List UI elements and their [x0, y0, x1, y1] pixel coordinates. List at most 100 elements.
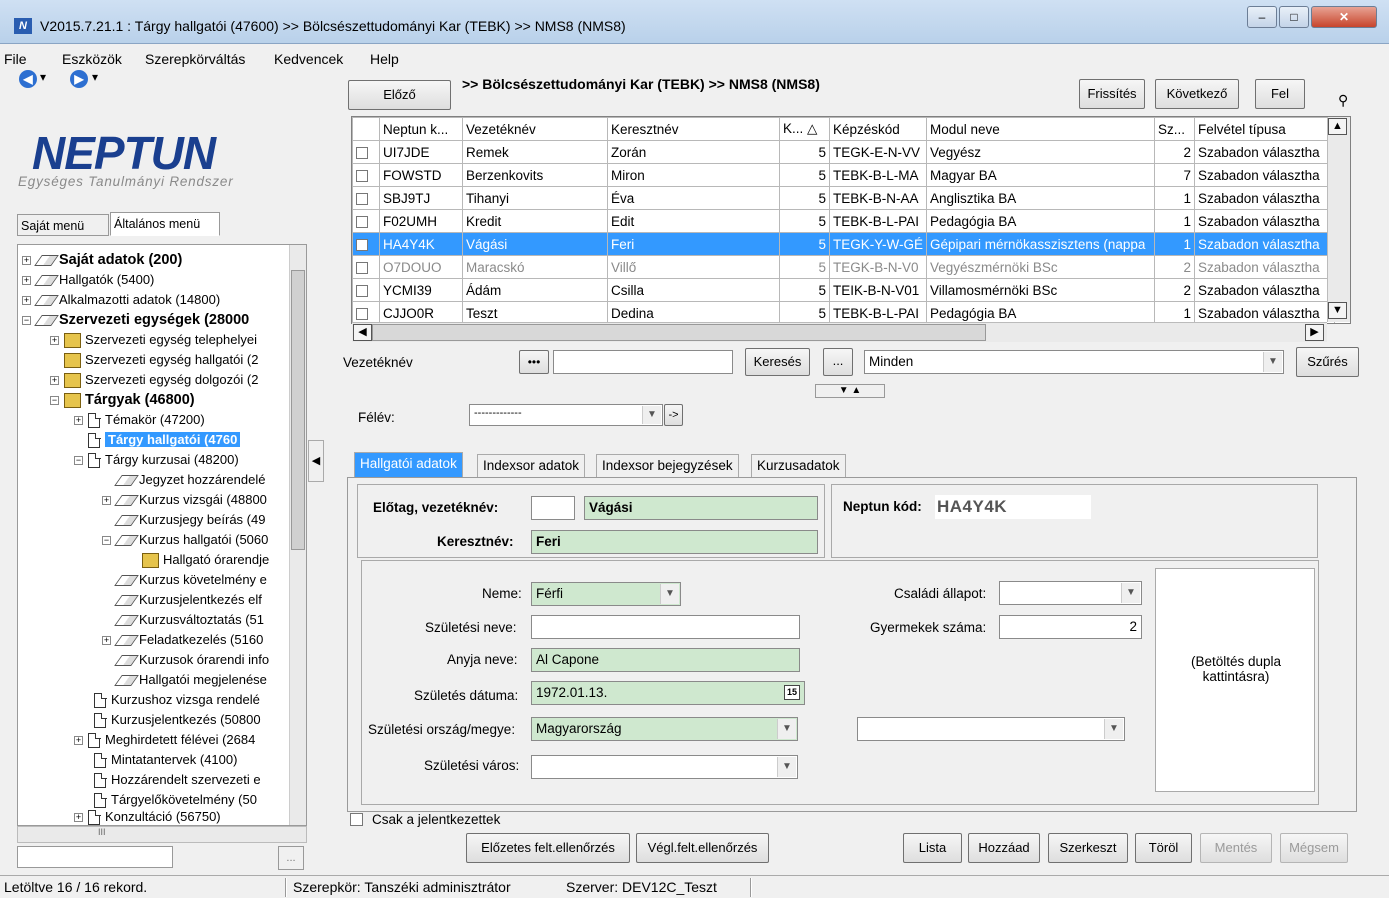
menu-kedvencek[interactable]: Kedvencek: [274, 51, 343, 67]
search-button[interactable]: Keresés: [745, 348, 810, 376]
cancel-button[interactable]: Mégsem: [1280, 833, 1348, 863]
semester-select[interactable]: ------------- ▼: [469, 404, 663, 426]
forward-dropdown-icon[interactable]: ▾: [92, 70, 98, 84]
birth-country-select[interactable]: Magyarország ▼: [531, 717, 798, 741]
col-sz[interactable]: Sz...: [1154, 117, 1196, 141]
tab-altalanos-menu[interactable]: Általános menü: [110, 212, 220, 236]
next-button[interactable]: Következő: [1155, 79, 1239, 109]
col-surname[interactable]: Vezetéknév: [462, 117, 608, 141]
table-row[interactable]: F02UMH Kredit Edit 5 TEBK-B-L-PAI Pedagógia B…: [352, 209, 1336, 233]
tree-item-selected[interactable]: Tárgy hallgatói (4760: [86, 430, 241, 449]
save-button[interactable]: Mentés: [1200, 833, 1272, 863]
scroll-right-icon[interactable]: ▶: [1305, 324, 1324, 341]
tab-hallgatoi-adatok[interactable]: Hallgatói adatok: [354, 452, 463, 478]
table-row[interactable]: FOWSTD Berzenkovits Miron 5 TEBK-B-L-MA Magya…: [352, 163, 1336, 187]
only-registered-checkbox[interactable]: [350, 813, 363, 826]
scroll-left-icon[interactable]: ◀: [353, 324, 372, 341]
photo-placeholder[interactable]: (Betöltés dupla kattintásra): [1155, 568, 1315, 792]
pre-check-button[interactable]: Előzetes felt.ellenőrzés: [466, 833, 630, 863]
search-options-button[interactable]: •••: [519, 350, 549, 374]
tree-item[interactable]: Kurzushoz vizsga rendelé: [92, 690, 260, 709]
table-row[interactable]: CJJO0R Teszt Dedina 5 TEBK-B-L-PAI Pedagógia …: [352, 301, 1336, 323]
gender-select[interactable]: Férfi ▼: [531, 582, 681, 606]
row-checkbox[interactable]: [356, 146, 368, 159]
tree-item[interactable]: + Szervezeti egység dolgozói (2: [50, 370, 258, 389]
scroll-down-icon[interactable]: ▼: [1328, 302, 1347, 319]
tree-item[interactable]: Jegyzet hozzárendelé: [114, 470, 265, 489]
previous-button[interactable]: Előző: [348, 80, 451, 110]
back-dropdown-icon[interactable]: ▾: [40, 70, 46, 84]
tree-item[interactable]: Kurzusjegy beírás (49: [114, 510, 265, 529]
scroll-up-icon[interactable]: ▲: [1328, 118, 1347, 135]
close-button[interactable]: ✕: [1311, 6, 1377, 28]
calendar-icon[interactable]: 15: [784, 685, 800, 700]
minimize-button[interactable]: –: [1247, 6, 1277, 28]
add-button[interactable]: Hozzáad: [968, 833, 1040, 863]
tab-indexsor-adatok[interactable]: Indexsor adatok: [477, 454, 586, 478]
col-module[interactable]: Modul neve: [926, 117, 1156, 141]
marital-status-select[interactable]: ▼: [999, 581, 1142, 605]
surname-input[interactable]: Vágási: [584, 496, 818, 520]
firstname-input[interactable]: Feri: [531, 530, 818, 554]
children-count-input[interactable]: 2: [999, 615, 1142, 639]
table-row[interactable]: UI7JDE Remek Zorán 5 TEGK-E-N-VV Vegyész 2 Szab…: [352, 140, 1336, 164]
tab-sajat-menu[interactable]: Saját menü: [17, 214, 109, 236]
tree-item[interactable]: Kurzusjelentkezés (50800: [92, 710, 261, 729]
table-row[interactable]: SBJ9TJ Tihanyi Éva 5 TEBK-B-N-AA Anglisztika …: [352, 186, 1336, 210]
col-admission-type[interactable]: Felvétel típusa: [1194, 117, 1336, 141]
tree-item[interactable]: + Hallgatók (5400): [22, 270, 154, 289]
table-row-selected[interactable]: HA4Y4K Vágási Feri 5 TEGK-Y-W-GÉ Gépipari mér…: [352, 232, 1336, 256]
pin-icon[interactable]: ⚲: [1338, 92, 1348, 109]
row-checkbox[interactable]: [356, 215, 368, 228]
col-firstname[interactable]: Keresztnév: [607, 117, 780, 141]
row-checkbox[interactable]: [356, 261, 368, 274]
menu-eszkozok[interactable]: Eszközök: [62, 51, 122, 67]
row-checkbox[interactable]: [356, 307, 368, 320]
table-row[interactable]: YCMI39 Ádám Csilla 5 TEIK-B-N-V01 Villamosmér…: [352, 278, 1336, 302]
grid-vertical-scrollbar[interactable]: [1327, 117, 1350, 322]
tree-item[interactable]: Hallgatói megjelenése: [114, 670, 267, 689]
tree-item[interactable]: Kurzus követelmény e: [114, 570, 267, 589]
panel-resize-icon[interactable]: ▼ ▲: [815, 384, 885, 398]
table-row[interactable]: O7DOUO Maracskó Villő 5 TEGK-B-N-V0 Vegyészmé…: [352, 255, 1336, 279]
birthdate-input[interactable]: 1972.01.13. 15: [531, 681, 805, 705]
tree-item[interactable]: + Kurzus vizsgái (48800: [102, 490, 267, 509]
birth-county-select[interactable]: ▼: [857, 717, 1125, 741]
menu-help[interactable]: Help: [370, 51, 399, 67]
list-button[interactable]: Lista: [903, 833, 962, 863]
menu-szerepkorvaltas[interactable]: Szerepkörváltás: [145, 51, 245, 67]
grid-hscroll-thumb[interactable]: [372, 324, 986, 341]
col-k[interactable]: K... △: [779, 117, 830, 141]
search-input[interactable]: [553, 350, 733, 374]
tree-item[interactable]: Kurzusok órarendi info: [114, 650, 269, 669]
tree-item[interactable]: Hallgató órarendje: [140, 550, 269, 569]
tree-item[interactable]: + Alkalmazotti adatok (14800): [22, 290, 220, 309]
row-checkbox[interactable]: [356, 284, 368, 297]
semester-go-button[interactable]: ->: [664, 404, 683, 426]
mother-name-input[interactable]: Al Capone: [531, 648, 800, 672]
tree-scroll-thumb[interactable]: [291, 270, 305, 550]
tab-kurzusadatok[interactable]: Kurzusadatok: [751, 454, 846, 478]
tree-item[interactable]: + Saját adatok (200): [22, 250, 182, 269]
forward-arrow-icon[interactable]: ▶: [70, 70, 88, 88]
tab-indexsor-bejegyzesek[interactable]: Indexsor bejegyzések: [596, 454, 739, 478]
tree-item[interactable]: − Szervezeti egységek (28000: [22, 310, 249, 329]
tree-item[interactable]: + Konzultáció (56750): [74, 807, 221, 825]
tree-item[interactable]: − Tárgyak (46800): [50, 390, 195, 409]
row-checkbox[interactable]: [356, 169, 368, 182]
menu-file[interactable]: File: [4, 51, 27, 67]
tree-item[interactable]: + Meghirdetett félévei (2684: [74, 730, 255, 749]
birthname-input[interactable]: [531, 615, 800, 639]
birth-city-select[interactable]: ▼: [531, 755, 798, 779]
tree-item[interactable]: Kurzusváltoztatás (51: [114, 610, 264, 629]
tree-item[interactable]: + Feladatkezelés (5160: [102, 630, 263, 649]
tree-search-input[interactable]: [17, 846, 173, 868]
col-neptun[interactable]: Neptun k...: [379, 117, 463, 141]
tree-item[interactable]: − Tárgy kurzusai (48200): [74, 450, 239, 469]
tree-item[interactable]: + Témakör (47200): [74, 410, 205, 429]
edit-button[interactable]: Szerkeszt: [1048, 833, 1128, 863]
back-arrow-icon[interactable]: ◀: [19, 70, 37, 88]
filter-button[interactable]: Szűrés: [1296, 347, 1359, 377]
final-check-button[interactable]: Végl.felt.ellenőrzés: [636, 833, 769, 863]
refresh-button[interactable]: Frissítés: [1079, 79, 1145, 109]
